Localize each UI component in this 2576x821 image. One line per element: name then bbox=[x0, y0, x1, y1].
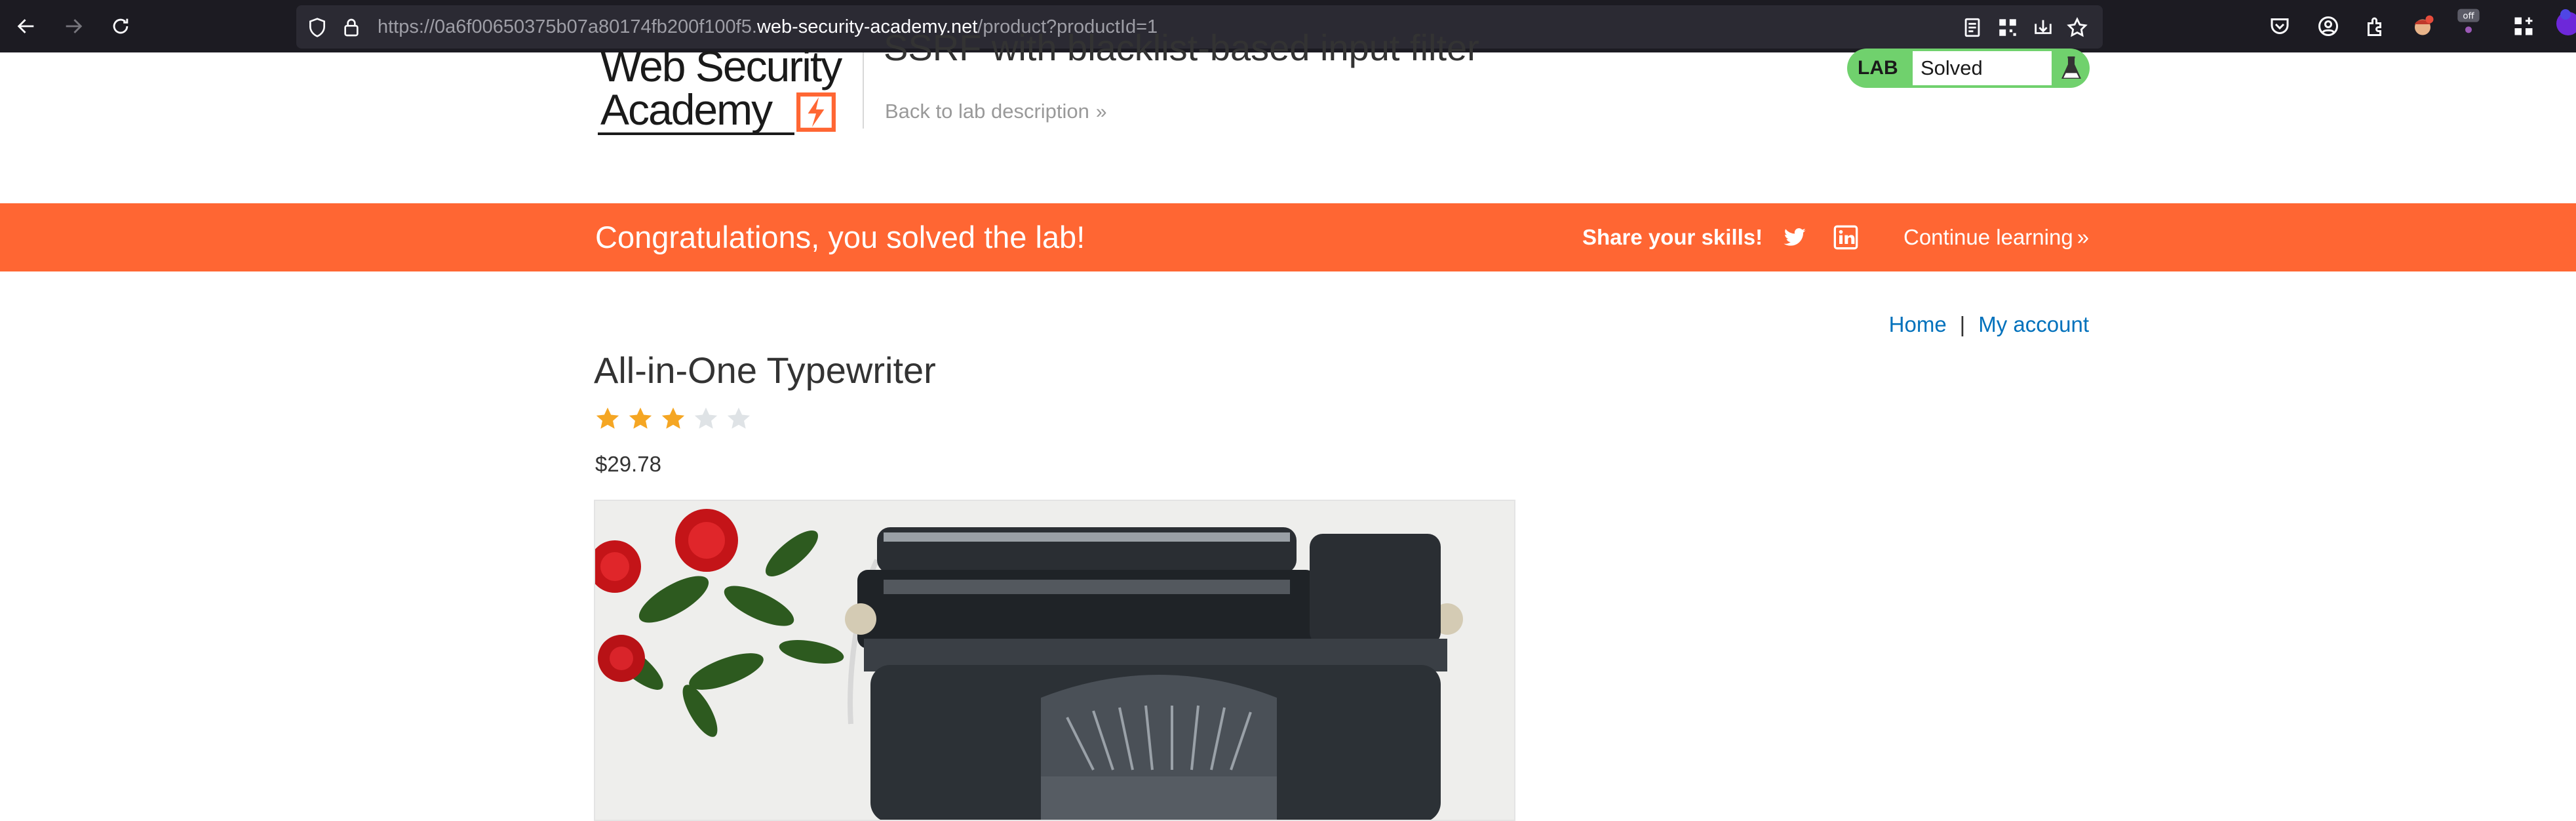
lab-status-box: Solved bbox=[1913, 51, 2052, 85]
lab-status-text: Solved bbox=[1921, 56, 1983, 79]
continue-learning-link[interactable]: Continue learning» bbox=[1903, 203, 2089, 271]
extensions-icon[interactable] bbox=[2364, 14, 2387, 38]
extension-avatar-icon[interactable] bbox=[2411, 14, 2434, 38]
bookmark-star-icon[interactable] bbox=[2066, 16, 2088, 39]
product-image bbox=[594, 500, 1515, 821]
double-chevron-right-icon: » bbox=[2077, 225, 2090, 249]
extension-badge-icon[interactable] bbox=[2550, 8, 2576, 37]
tracking-shield-icon[interactable] bbox=[307, 17, 328, 38]
logo-text-line1: Web Security bbox=[600, 42, 842, 90]
lock-icon[interactable] bbox=[341, 17, 362, 38]
star-filled-icon bbox=[596, 407, 619, 429]
back-to-lab-description-link[interactable]: Back to lab description » bbox=[885, 99, 1107, 125]
lab-tag: LAB bbox=[1858, 57, 1898, 79]
lab-title: SSRF with blacklist-based input filter bbox=[884, 27, 1479, 68]
qr-code-icon[interactable] bbox=[1997, 16, 2019, 39]
star-empty-icon bbox=[727, 407, 751, 429]
product-title: All-in-One Typewriter bbox=[594, 350, 936, 391]
account-icon[interactable] bbox=[2316, 14, 2340, 38]
back-arrow-icon[interactable] bbox=[12, 12, 41, 41]
header-divider bbox=[863, 52, 864, 129]
linkedin-icon[interactable] bbox=[1833, 224, 1859, 250]
typewriter bbox=[845, 527, 1463, 820]
typewriter-photo bbox=[595, 501, 1514, 820]
account-navigation: Home | My account bbox=[1889, 311, 2089, 338]
congratulations-message: Congratulations, you solved the lab! bbox=[595, 220, 1085, 254]
logo-text-line2: Academy bbox=[600, 85, 773, 134]
url-prefix: https://0a6f00650375b07a80174fb200f100f5… bbox=[378, 16, 757, 37]
back-link-label: Back to lab description bbox=[885, 100, 1089, 123]
home-link[interactable]: Home bbox=[1889, 312, 1947, 336]
star-filled-icon bbox=[661, 407, 685, 429]
svg-text:off: off bbox=[2463, 12, 2474, 22]
proxy-off-icon[interactable]: off bbox=[2455, 7, 2482, 35]
flask-icon bbox=[2061, 56, 2081, 79]
pocket-icon[interactable] bbox=[2268, 14, 2292, 38]
continue-learning-label: Continue learning bbox=[1903, 225, 2073, 249]
share-skills-label: Share your skills! bbox=[1582, 225, 1763, 249]
my-account-link[interactable]: My account bbox=[1978, 312, 2089, 336]
logo-bolt-icon bbox=[796, 92, 836, 132]
star-filled-icon bbox=[629, 407, 652, 429]
page-action-icon[interactable] bbox=[2032, 16, 2054, 39]
lab-status-widget: LAB Solved bbox=[1847, 49, 2090, 88]
star-empty-icon bbox=[694, 407, 718, 429]
twitter-icon[interactable] bbox=[1782, 224, 1808, 250]
product-price: $29.78 bbox=[595, 452, 661, 476]
nav-separator: | bbox=[1959, 312, 1966, 336]
solved-banner: Congratulations, you solved the lab! Sha… bbox=[0, 203, 2576, 271]
logo-underline bbox=[598, 132, 794, 135]
forward-arrow-icon[interactable] bbox=[59, 12, 88, 41]
web-security-academy-logo[interactable]: Web Security Academy bbox=[595, 43, 857, 139]
star-rating bbox=[594, 405, 752, 438]
reload-icon[interactable] bbox=[106, 12, 135, 41]
reader-view-icon[interactable] bbox=[1961, 16, 1983, 39]
extension-manager-icon[interactable] bbox=[2512, 14, 2535, 38]
double-chevron-right-icon: » bbox=[1095, 101, 1107, 123]
